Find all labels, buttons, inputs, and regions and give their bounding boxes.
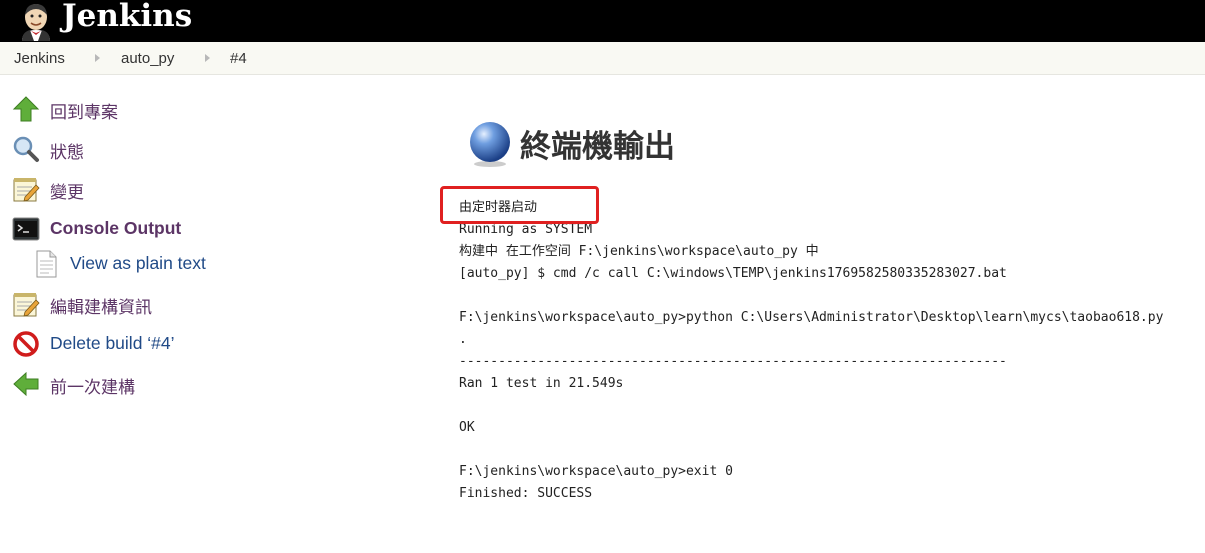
top-header: Jenkins <box>0 0 1205 42</box>
search-icon <box>13 136 39 162</box>
terminal-icon <box>12 217 40 241</box>
breadcrumb-auto-py[interactable]: auto_py <box>121 50 174 67</box>
console-line: OK <box>459 420 475 435</box>
jenkins-logo-text[interactable]: Jenkins <box>62 0 192 40</box>
console-line: Finished: SUCCESS <box>459 486 593 501</box>
sidebar-item-label[interactable]: 變更 <box>50 178 84 203</box>
no-entry-icon <box>13 331 39 357</box>
sidebar-item-label[interactable]: 編輯建構資訊 <box>50 293 152 318</box>
sidebar-item-label[interactable]: Console Output <box>50 218 181 239</box>
jenkins-butler-icon[interactable] <box>14 1 56 41</box>
console-line: ----------------------------------------… <box>459 354 1007 369</box>
document-icon <box>36 250 57 278</box>
sidebar-item-label[interactable]: 狀態 <box>50 138 84 163</box>
blue-ball-icon <box>470 122 510 167</box>
sidebar-item-label[interactable]: View as plain text <box>70 253 206 274</box>
sidebar-item-label[interactable]: 回到專案 <box>50 98 118 123</box>
notepad-icon <box>13 178 40 202</box>
breadcrumb-separator-icon[interactable] <box>205 54 210 62</box>
left-arrow-icon <box>13 371 39 397</box>
sidebar-item-label[interactable]: 前一次建構 <box>50 373 135 398</box>
up-arrow-icon <box>12 96 40 122</box>
sidebar-item-label[interactable]: Delete build ‘#4’ <box>50 333 175 354</box>
console-line: [auto_py] $ cmd /c call C:\windows\TEMP\… <box>459 266 1007 281</box>
console-line: . <box>459 332 467 347</box>
notepad-icon <box>13 293 40 317</box>
console-line: F:\jenkins\workspace\auto_py>exit 0 <box>459 464 733 479</box>
page-title: 終端機輸出 <box>520 129 675 165</box>
breadcrumb-jenkins[interactable]: Jenkins <box>14 50 65 67</box>
breadcrumb-separator-icon[interactable] <box>95 54 100 62</box>
console-output: 由定时器启动 Running as SYSTEM 构建中 在工作空间 F:\je… <box>459 197 1199 505</box>
console-line: Ran 1 test in 21.549s <box>459 376 624 391</box>
breadcrumb-build-4[interactable]: #4 <box>230 50 247 67</box>
highlight-annotation-box <box>440 186 599 224</box>
breadcrumb: Jenkins auto_py #4 <box>0 42 1205 75</box>
console-line: F:\jenkins\workspace\auto_py>python C:\U… <box>459 310 1164 325</box>
console-line: 构建中 在工作空间 F:\jenkins\workspace\auto_py 中 <box>459 244 819 259</box>
